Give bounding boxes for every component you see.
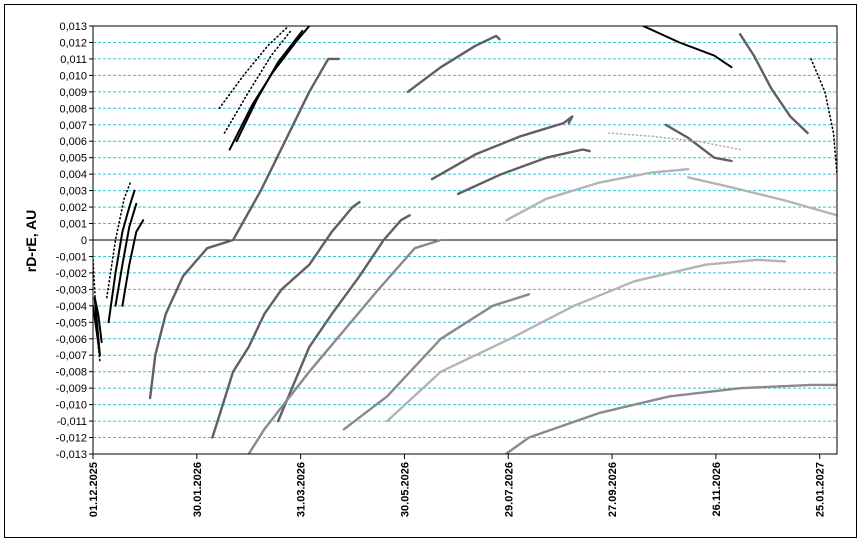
y-tick-label: -0,008 bbox=[56, 367, 87, 379]
x-tick-label: 29.07.2026 bbox=[503, 462, 515, 517]
x-tick-label: 26.11.2026 bbox=[711, 462, 723, 516]
series-curve-26 bbox=[687, 176, 837, 217]
series-curve-10 bbox=[223, 28, 293, 134]
series-curve-25 bbox=[505, 168, 690, 222]
y-tick-label: -0,011 bbox=[57, 416, 87, 428]
y-tick-label: 0,005 bbox=[59, 153, 87, 165]
y-tick-label: -0,007 bbox=[56, 350, 87, 362]
series-curve-5 bbox=[121, 219, 145, 307]
y-tick-label: -0,004 bbox=[56, 301, 87, 313]
y-tick-label: -0,009 bbox=[56, 383, 87, 395]
y-tick-label: 0,010 bbox=[59, 70, 87, 82]
y-tick-label: -0,002 bbox=[56, 268, 87, 280]
series-curve-19 bbox=[642, 26, 733, 69]
y-tick-label: -0,003 bbox=[56, 284, 87, 296]
series-curve-16 bbox=[456, 148, 591, 196]
y-tick-label: 0,012 bbox=[59, 37, 87, 49]
series-curve-13 bbox=[276, 214, 411, 423]
y-tick-label: 0,003 bbox=[59, 186, 87, 198]
y-tick-label: 0,008 bbox=[59, 103, 87, 115]
y-tick-label: 0,001 bbox=[59, 219, 87, 231]
series-curve-22 bbox=[342, 293, 531, 431]
x-tick-label: 31.03.2026 bbox=[296, 462, 308, 517]
y-axis-label: rD-rE, AU bbox=[23, 210, 39, 273]
series-curve-17 bbox=[664, 123, 733, 163]
y-tick-label: 0,011 bbox=[60, 54, 87, 66]
y-tick-label: -0,005 bbox=[56, 317, 87, 329]
rd-re-scatter-chart: -0,013 -0,012 -0,011 -0,010 -0,009 -0,008 -0,0… bbox=[23, 21, 838, 517]
y-tick-label: -0,013 bbox=[56, 449, 87, 461]
series-curve-23 bbox=[503, 383, 837, 454]
y-tick-label: 0 bbox=[81, 235, 87, 247]
y-tick-label: -0,006 bbox=[56, 334, 87, 346]
x-tick-label: 30.01.2026 bbox=[192, 462, 204, 517]
y-tick-label: 0,002 bbox=[59, 202, 87, 214]
series-curve-15 bbox=[430, 115, 574, 181]
series-curve-14 bbox=[406, 34, 501, 93]
y-tick-label: -0,012 bbox=[56, 433, 87, 445]
series-curve-18 bbox=[738, 33, 809, 135]
y-tick-label: 0,013 bbox=[59, 21, 87, 33]
y-tick-label: -0,001 bbox=[56, 251, 87, 263]
y-tick-label: 0,004 bbox=[59, 169, 87, 181]
y-tick-label: -0,010 bbox=[56, 400, 87, 412]
x-tick-label: 25.01.2027 bbox=[815, 462, 827, 517]
y-tick-label: 0,009 bbox=[59, 87, 87, 99]
x-tick-label: 30.05.2026 bbox=[399, 462, 411, 517]
series-curve-21 bbox=[247, 238, 442, 454]
series-curve-20 bbox=[810, 58, 837, 175]
x-tick-label: 01.12.2025 bbox=[88, 462, 100, 517]
series-curve-9 bbox=[218, 26, 290, 110]
x-tick-label: 27.09.2026 bbox=[607, 462, 619, 517]
axis-layer: -0,013 -0,012 -0,011 -0,010 -0,009 -0,008 -0,0… bbox=[56, 21, 838, 517]
y-tick-label: 0,007 bbox=[59, 120, 87, 132]
series-curve-24 bbox=[385, 258, 787, 423]
y-tick-label: 0,006 bbox=[59, 136, 87, 148]
